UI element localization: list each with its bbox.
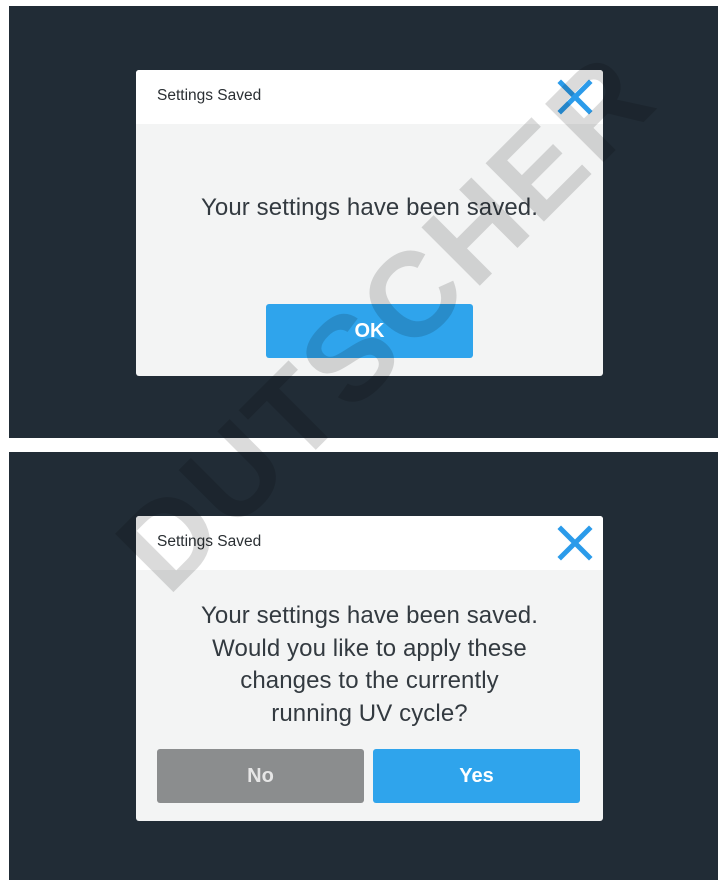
- no-button[interactable]: No: [157, 749, 364, 803]
- ok-button[interactable]: OK: [266, 304, 473, 358]
- screen-apply-changes: Settings Saved Your settings have been s…: [9, 452, 718, 880]
- dialog-header: Settings Saved: [136, 516, 603, 570]
- screen-settings-saved: Settings Saved Your settings have been s…: [9, 6, 718, 438]
- message-line: Your settings have been saved.: [200, 602, 539, 629]
- close-icon: [557, 525, 593, 561]
- dialog-title: Settings Saved: [157, 533, 262, 550]
- message-line: running UV cycle?: [271, 699, 468, 727]
- dialog-header: Settings Saved: [136, 70, 603, 124]
- close-icon: [557, 79, 593, 115]
- dialog-message: Your settings have been saved. Would you…: [136, 600, 603, 730]
- yes-button[interactable]: Yes: [373, 749, 580, 803]
- close-button[interactable]: [557, 79, 593, 115]
- dialog-message: Your settings have been saved.: [200, 194, 539, 221]
- dialog-title: Settings Saved: [157, 87, 262, 104]
- message-line: changes to the currently: [240, 667, 499, 694]
- message-line: Would you like to apply these: [212, 634, 527, 662]
- close-button[interactable]: [557, 525, 593, 561]
- settings-saved-dialog: Settings Saved Your settings have been s…: [136, 70, 603, 376]
- apply-changes-dialog: Settings Saved Your settings have been s…: [136, 516, 603, 821]
